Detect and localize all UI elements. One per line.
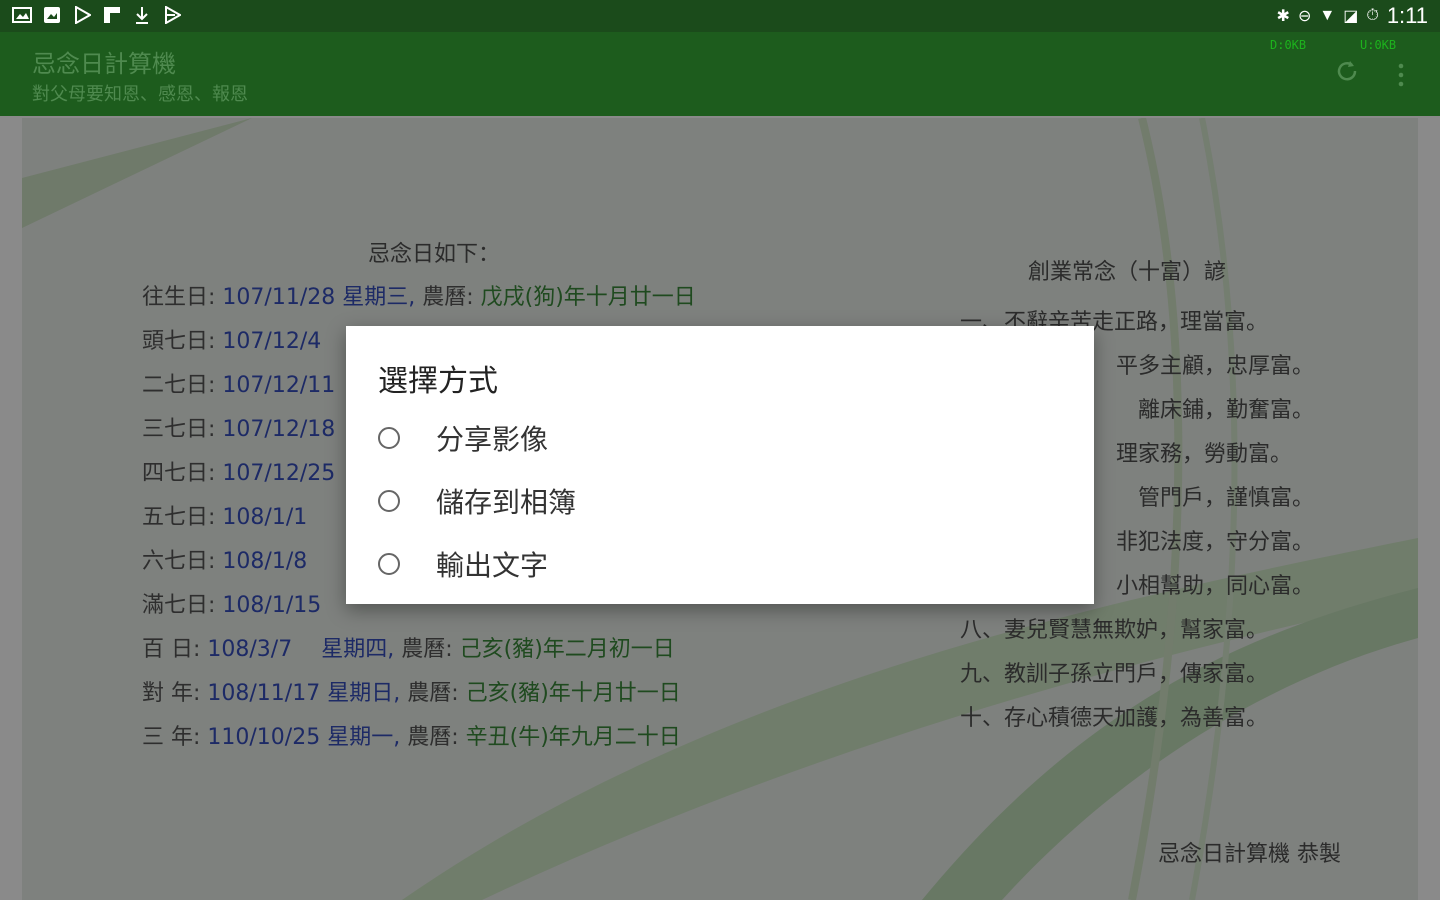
status-bar: ✱ ⊖ ▼ ◪ ⏱ 1:11: [0, 0, 1440, 32]
no-sim-icon: ◪: [1343, 8, 1359, 25]
option-export-text[interactable]: 輸出文字: [378, 540, 1078, 588]
radio-button[interactable]: [378, 553, 400, 575]
list-item: 三 年: 110/10/25 星期一, 農曆: 辛丑(牛)年九月二十日: [142, 725, 681, 750]
do-not-disturb-icon: ⊖: [1297, 8, 1312, 25]
notification-icons: [12, 5, 182, 25]
image-icon: [42, 5, 62, 25]
option-save-to-album[interactable]: 儲存到相簿: [378, 477, 1078, 525]
play-store-icon: [72, 5, 92, 25]
footer-credit: 忌念日計算機 恭製: [1158, 842, 1341, 867]
download-icon: [132, 5, 152, 25]
list-item: 九、教訓子孫立門戶，傳家富。: [960, 662, 1269, 687]
radio-button[interactable]: [378, 427, 400, 449]
more-options-icon[interactable]: [1396, 62, 1406, 95]
gallery-icon: [12, 5, 32, 25]
memorial-list-title: 忌念日如下：: [368, 242, 501, 267]
upload-speed: U:0KB: [1360, 38, 1397, 52]
system-icons: ✱ ⊖ ▼ ◪ ⏱ 1:11: [1277, 3, 1428, 29]
option-share-image[interactable]: 分享影像: [378, 414, 1078, 462]
alarm-icon: ⏱: [1366, 7, 1379, 24]
wifi-icon: ▼: [1319, 7, 1336, 24]
app-title: 忌念日計算機: [32, 50, 176, 78]
download-speed: D:0KB: [1270, 38, 1307, 52]
clock: 1:11: [1386, 3, 1428, 28]
list-item: 百 日: 108/3/7 星期四, 農曆: 己亥(豬)年二月初一日: [142, 637, 675, 662]
app-toolbar: 忌念日計算機 對父母要知恩、感恩、報恩 D:0KB U:0KB: [0, 32, 1440, 116]
play-icon: [162, 5, 182, 25]
list-item: 八、妻兒賢慧無欺妒，幫家富。: [960, 618, 1269, 643]
choose-method-dialog: 選擇方式 分享影像 儲存到相簿 輸出文字: [346, 326, 1094, 604]
list-item: 對 年: 108/11/17 星期日, 農曆: 己亥(豬)年十月廿一日: [142, 681, 681, 706]
bluetooth-icon: ✱: [1276, 8, 1290, 25]
option-label: 分享影像: [436, 423, 549, 456]
list-item: 往生日: 107/11/28 星期三, 農曆: 戊戌(狗)年十月廿一日: [142, 285, 696, 310]
refresh-icon[interactable]: [1334, 58, 1360, 91]
option-label: 輸出文字: [436, 549, 549, 582]
list-item: 十、存心積德天加護，為善富。: [960, 706, 1269, 731]
app-subtitle: 對父母要知恩、感恩、報恩: [32, 84, 248, 105]
dialog-title: 選擇方式: [378, 364, 498, 399]
sayings-title: 創業常念（十富）諺: [1028, 260, 1227, 285]
option-label: 儲存到相簿: [436, 486, 577, 519]
radio-button[interactable]: [378, 490, 400, 512]
flipboard-icon: [102, 5, 122, 25]
